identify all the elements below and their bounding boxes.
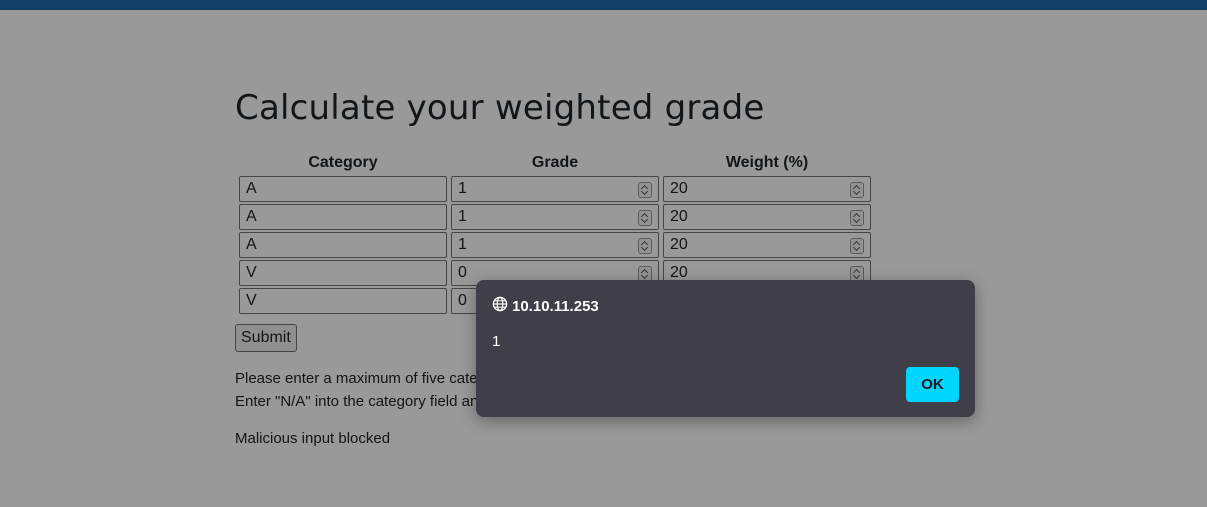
alert-dialog: 10.10.11.253 1 OK xyxy=(476,280,975,417)
dialog-message: 1 xyxy=(492,333,501,350)
dialog-origin: 10.10.11.253 xyxy=(492,296,599,316)
globe-icon xyxy=(492,296,508,316)
ok-button[interactable]: OK xyxy=(906,367,959,402)
modal-backdrop xyxy=(0,0,1207,507)
dialog-origin-text: 10.10.11.253 xyxy=(512,297,599,315)
